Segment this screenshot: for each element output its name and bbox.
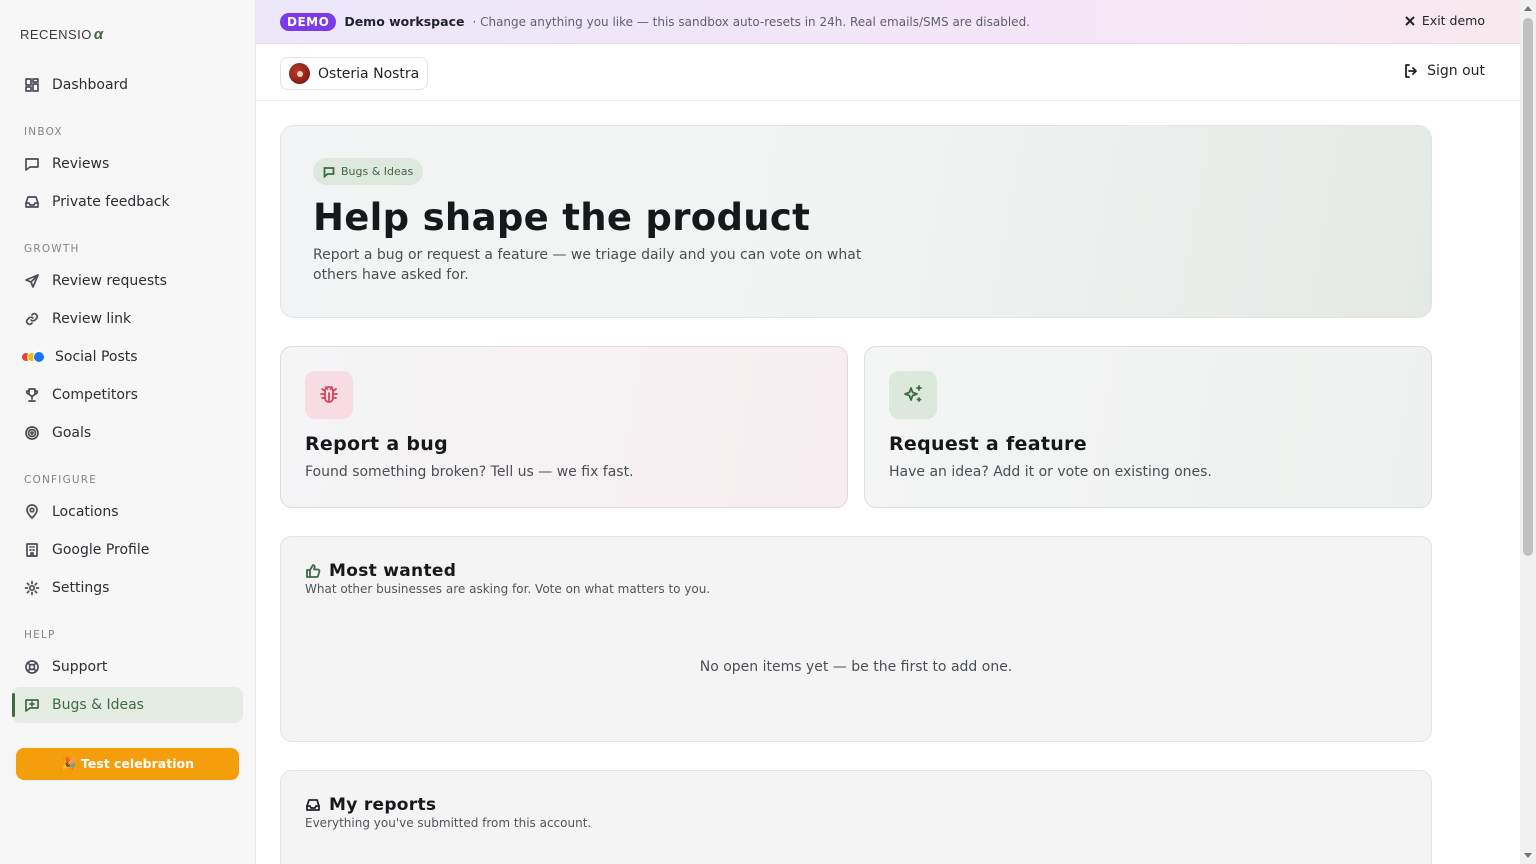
most-wanted-panel: Most wanted What other businesses are as… (280, 536, 1432, 742)
sidebar-item-label: Reviews (52, 156, 110, 172)
demo-banner: DEMO Demo workspace · Change anything yo… (256, 0, 1520, 44)
sidebar-item-social-posts[interactable]: Social Posts (12, 339, 243, 375)
message-square-icon (323, 166, 335, 178)
card-description: Found something broken? Tell us — we fix… (305, 464, 634, 480)
sidebar-item-label: Google Profile (52, 542, 150, 558)
dashboard-icon (25, 78, 39, 92)
location-name: Osteria Nostra (318, 65, 420, 82)
trophy-icon (25, 388, 39, 402)
panel-title: Most wanted (329, 561, 457, 581)
section-label-configure: CONFIGURE (24, 474, 98, 486)
building-icon (26, 543, 38, 557)
life-buoy-icon (25, 660, 39, 674)
bug-icon (320, 386, 338, 403)
panel-title: My reports (329, 795, 437, 815)
section-label-inbox: INBOX (24, 126, 63, 138)
logo-text: RECENSIO (20, 27, 92, 42)
sidebar-item-label: Settings (52, 580, 110, 596)
sidebar: RECENSIO α Dashboard INBOX Reviews Priva… (0, 0, 256, 864)
sidebar-item-label: Goals (52, 425, 92, 441)
close-icon (1405, 15, 1415, 26)
top-bar: Osteria Nostra Sign out (256, 44, 1520, 101)
sidebar-item-label: Competitors (52, 387, 138, 403)
scrollbar-thumb[interactable] (1523, 18, 1533, 556)
sidebar-item-label: Review link (52, 311, 132, 327)
demo-message: · Change anything you like — this sandbo… (472, 14, 1030, 29)
card-description: Have an idea? Add it or vote on existing… (889, 464, 1212, 480)
panel-header: Most wanted (305, 561, 456, 581)
inbox-icon (25, 196, 39, 208)
panel-subtitle: Everything you've submitted from this ac… (305, 816, 592, 830)
panel-header: My reports (305, 795, 436, 815)
sidebar-item-label: Private feedback (52, 194, 170, 210)
exit-demo-button[interactable]: Exit demo (1404, 13, 1485, 28)
link-icon (25, 312, 39, 326)
brand-logo[interactable]: RECENSIO α (20, 26, 104, 43)
report-bug-card[interactable]: Report a bug Found something broken? Tel… (280, 346, 848, 508)
sidebar-item-dashboard[interactable]: Dashboard (12, 67, 243, 103)
page-scrollbar[interactable] (1520, 0, 1536, 864)
location-switcher[interactable]: Osteria Nostra (280, 57, 429, 90)
bug-icon-box (305, 371, 353, 419)
demo-badge: DEMO (280, 12, 337, 31)
logo-mark: α (93, 26, 104, 43)
sidebar-item-label: Bugs & Ideas (52, 697, 144, 713)
workspace-label: Demo workspace (344, 14, 465, 29)
sidebar-item-private-feedback[interactable]: Private feedback (12, 184, 243, 220)
my-reports-panel: My reports Everything you've submitted f… (280, 770, 1432, 864)
empty-state: No open items yet — be the first to add … (699, 659, 1013, 675)
target-icon (25, 426, 39, 440)
thumbs-up-icon (306, 564, 321, 578)
social-networks-icon (21, 351, 45, 363)
inbox-icon (306, 799, 320, 811)
request-feature-card[interactable]: Request a feature Have an idea? Add it o… (864, 346, 1432, 508)
card-title: Request a feature (889, 433, 1087, 455)
sidebar-item-goals[interactable]: Goals (12, 415, 243, 451)
gear-icon (24, 580, 40, 596)
sidebar-item-locations[interactable]: Locations (12, 494, 243, 530)
sidebar-item-review-link[interactable]: Review link (12, 301, 243, 337)
sidebar-item-label: Locations (52, 504, 119, 520)
panel-subtitle: What other businesses are asking for. Vo… (305, 582, 711, 596)
section-label-help: HELP (24, 629, 56, 641)
map-pin-icon (26, 504, 38, 519)
scroll-up-arrow[interactable] (1524, 6, 1532, 11)
sidebar-item-reviews[interactable]: Reviews (12, 146, 243, 182)
exit-demo-label: Exit demo (1421, 13, 1485, 28)
sidebar-item-label: Support (52, 659, 108, 675)
test-celebration-button[interactable]: 🎉 Test celebration (16, 748, 239, 780)
sidebar-item-settings[interactable]: Settings (12, 570, 243, 606)
sidebar-item-label: Review requests (52, 273, 167, 289)
sidebar-item-support[interactable]: Support (12, 649, 243, 685)
hero-banner: Bugs & Ideas Help shape the product Repo… (280, 125, 1432, 318)
section-pill: Bugs & Ideas (313, 158, 424, 185)
pill-label: Bugs & Ideas (341, 165, 414, 178)
page-subtitle: Report a bug or request a feature — we t… (313, 247, 862, 283)
sidebar-item-bugs-ideas[interactable]: Bugs & Ideas (12, 687, 243, 723)
send-icon (25, 274, 39, 288)
card-title: Report a bug (305, 433, 449, 455)
sparkles-icon (904, 385, 922, 402)
log-out-icon (1405, 64, 1417, 78)
sparkles-icon-box (889, 371, 937, 419)
sign-out-label: Sign out (1427, 63, 1485, 79)
location-avatar (289, 63, 310, 84)
scroll-down-arrow[interactable] (1524, 853, 1532, 858)
sidebar-item-label: Social Posts (55, 349, 138, 365)
sidebar-item-competitors[interactable]: Competitors (12, 377, 243, 413)
sidebar-item-label: Dashboard (52, 77, 128, 93)
message-plus-icon (25, 699, 39, 712)
message-square-icon (25, 158, 39, 171)
sidebar-item-google-profile[interactable]: Google Profile (12, 532, 243, 568)
page-title: Help shape the product (313, 196, 811, 239)
section-label-growth: GROWTH (24, 243, 80, 255)
sign-out-button[interactable]: Sign out (1403, 63, 1485, 79)
sidebar-item-review-requests[interactable]: Review requests (12, 263, 243, 299)
